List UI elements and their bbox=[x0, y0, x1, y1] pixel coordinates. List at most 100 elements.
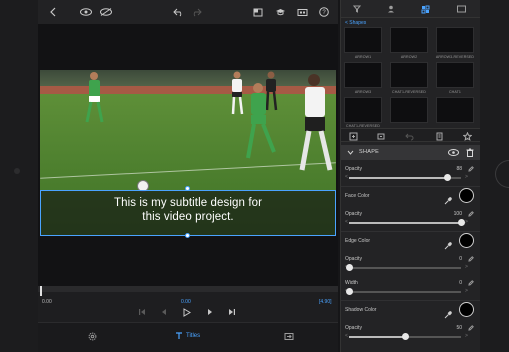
opacity-slider[interactable] bbox=[349, 333, 461, 340]
eye-slash-icon[interactable] bbox=[100, 5, 112, 19]
shape-thumb[interactable] bbox=[344, 97, 382, 123]
edit-pencil-icon[interactable] bbox=[467, 255, 475, 263]
timeline[interactable]: 0.00 0.00 [4.90] bbox=[38, 286, 338, 322]
slider-knob[interactable] bbox=[457, 219, 465, 226]
crop-grid-icon[interactable] bbox=[252, 5, 264, 19]
increase-arrow-icon[interactable]: > bbox=[465, 174, 468, 180]
layer-action-bar bbox=[341, 128, 480, 142]
shape-thumb[interactable] bbox=[390, 97, 428, 123]
width-label: Width bbox=[345, 280, 358, 286]
skip-end-icon[interactable] bbox=[228, 308, 236, 318]
layers-icon[interactable] bbox=[433, 132, 445, 141]
collapse-chevron-icon[interactable] bbox=[347, 150, 354, 155]
shape-thumb[interactable] bbox=[390, 62, 428, 88]
subtitle-text[interactable]: This is my subtitle design for this vide… bbox=[41, 196, 335, 224]
tab-person-icon[interactable] bbox=[379, 3, 403, 15]
face-color-label: Face Color bbox=[345, 193, 370, 199]
resize-handle-bottom[interactable] bbox=[185, 233, 190, 238]
settings-gear-icon[interactable] bbox=[88, 332, 97, 341]
edit-pencil-icon[interactable] bbox=[467, 279, 475, 287]
increase-arrow-icon[interactable]: > bbox=[465, 219, 468, 225]
shape-thumb[interactable] bbox=[436, 62, 474, 88]
shape-section-header[interactable]: SHAPE bbox=[341, 145, 480, 160]
increase-arrow-icon[interactable]: > bbox=[465, 288, 468, 294]
increase-arrow-icon[interactable]: > bbox=[465, 264, 468, 270]
shadow-color-swatch[interactable] bbox=[459, 302, 474, 317]
opacity-slider[interactable] bbox=[349, 219, 465, 226]
opacity-label: Opacity bbox=[345, 166, 362, 172]
eyedropper-icon[interactable] bbox=[444, 306, 452, 319]
film-frames-icon[interactable] bbox=[296, 5, 308, 19]
edge-color-label: Edge Color bbox=[345, 238, 371, 244]
editor-toolbar: ? bbox=[38, 0, 338, 24]
resize-handle-top[interactable] bbox=[185, 186, 190, 191]
side-button bbox=[495, 160, 509, 188]
shape-label: ARROW3 bbox=[354, 90, 372, 94]
subtitle-line-2: this video project. bbox=[142, 211, 234, 223]
export-icon[interactable] bbox=[284, 332, 294, 341]
width-slider[interactable] bbox=[345, 288, 461, 295]
video-preview: This is my subtitle design for this vide… bbox=[38, 24, 338, 286]
shape-label: CHAT1-REVERSED bbox=[392, 90, 426, 94]
shape-thumb[interactable] bbox=[390, 27, 428, 53]
tab-filter-icon[interactable] bbox=[345, 3, 369, 15]
shape-thumb[interactable] bbox=[436, 27, 474, 53]
shape-thumb[interactable] bbox=[344, 27, 382, 53]
undo-icon[interactable] bbox=[172, 5, 184, 19]
step-forward-icon[interactable] bbox=[206, 308, 214, 318]
center-time: 0.00 bbox=[181, 299, 191, 305]
edge-color-swatch[interactable] bbox=[459, 233, 474, 248]
slider-knob[interactable] bbox=[345, 264, 353, 271]
delete-trash-icon[interactable] bbox=[466, 148, 474, 157]
slider-knob[interactable] bbox=[401, 333, 409, 340]
player-green-dribbling bbox=[246, 83, 276, 159]
eyedropper-icon[interactable] bbox=[444, 192, 452, 205]
divider bbox=[341, 231, 480, 232]
back-chevron-icon[interactable] bbox=[48, 5, 58, 19]
subtitle-shape[interactable]: This is my subtitle design for this vide… bbox=[40, 190, 336, 236]
opacity-value: 100 bbox=[453, 211, 462, 217]
edit-pencil-icon[interactable] bbox=[467, 324, 475, 332]
timeline-track[interactable] bbox=[38, 286, 338, 292]
subtitle-line-1: This is my subtitle design for bbox=[113, 197, 263, 209]
eye-icon[interactable] bbox=[80, 5, 92, 19]
decrease-arrow-icon[interactable]: < bbox=[345, 333, 348, 339]
titles-tab[interactable]: Titles bbox=[175, 332, 200, 340]
decrease-arrow-icon[interactable]: < bbox=[345, 174, 348, 180]
decrease-arrow-icon[interactable]: < bbox=[345, 219, 348, 225]
divider bbox=[341, 186, 480, 187]
edit-pencil-icon[interactable] bbox=[467, 165, 475, 173]
slider-knob[interactable] bbox=[444, 174, 452, 181]
skip-start-icon[interactable] bbox=[138, 308, 146, 318]
face-color-swatch[interactable] bbox=[459, 188, 474, 203]
slider-knob[interactable] bbox=[345, 288, 353, 295]
play-icon[interactable] bbox=[183, 308, 191, 319]
visibility-eye-icon[interactable] bbox=[448, 149, 459, 156]
help-icon[interactable]: ? bbox=[318, 5, 330, 19]
shape-thumb[interactable] bbox=[436, 97, 474, 123]
panel-tab-bar bbox=[341, 0, 480, 18]
eyedropper-icon[interactable] bbox=[444, 237, 452, 250]
shape-section-title: SHAPE bbox=[359, 149, 380, 155]
playhead[interactable] bbox=[40, 286, 42, 296]
app-screen: ? This is my subtitle design for this vi… bbox=[38, 0, 480, 352]
tab-shapes-icon[interactable] bbox=[413, 3, 437, 15]
edit-pencil-icon[interactable] bbox=[467, 210, 475, 218]
shapes-breadcrumb[interactable]: < Shapes bbox=[345, 20, 366, 26]
opacity-value: 50 bbox=[456, 325, 462, 331]
add-layer-icon[interactable] bbox=[347, 132, 359, 141]
opacity-slider[interactable] bbox=[345, 264, 461, 271]
duplicate-icon[interactable] bbox=[375, 132, 387, 141]
redo-icon[interactable] bbox=[190, 5, 202, 19]
player-white-front bbox=[299, 74, 333, 171]
shape-thumb[interactable] bbox=[344, 62, 382, 88]
undo-layer-icon[interactable] bbox=[403, 132, 415, 141]
shape-label: ARROW1 bbox=[354, 55, 372, 59]
opacity-slider[interactable] bbox=[349, 174, 461, 181]
increase-arrow-icon[interactable]: > bbox=[465, 333, 468, 339]
graduation-cap-icon[interactable] bbox=[274, 5, 286, 19]
bottom-bar: Titles bbox=[38, 322, 338, 352]
favorite-star-icon[interactable] bbox=[461, 132, 473, 141]
step-back-icon[interactable] bbox=[160, 308, 168, 318]
tab-image-icon[interactable] bbox=[449, 3, 473, 15]
